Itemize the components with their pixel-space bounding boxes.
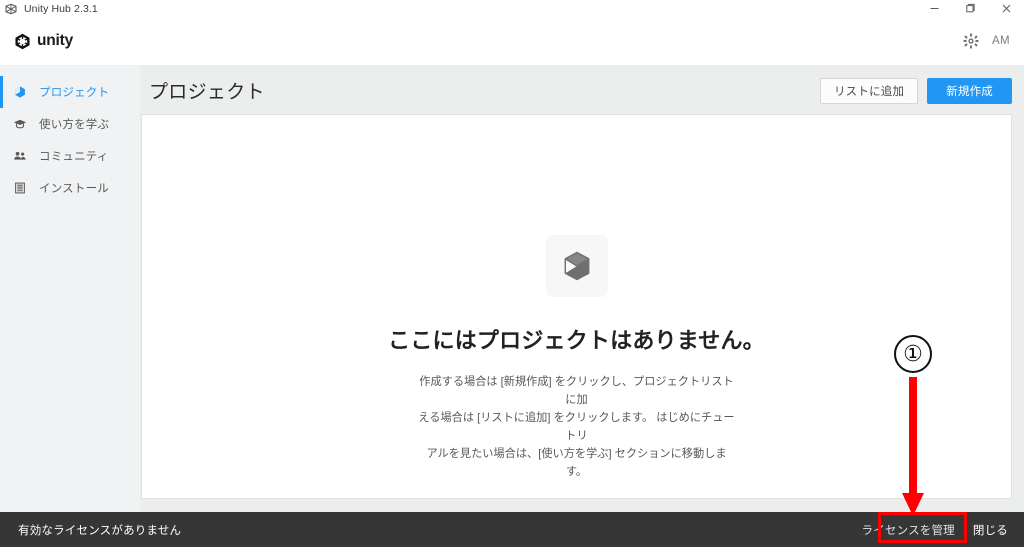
annotation-step-number: ① xyxy=(894,335,932,373)
unity-brand-logo: unity xyxy=(13,32,73,51)
close-license-bar-button[interactable]: 閉じる xyxy=(973,522,1008,538)
maximize-icon[interactable] xyxy=(952,0,988,17)
sidebar-item-learn[interactable]: 使い方を学ぶ xyxy=(0,108,140,140)
empty-state-description: 作成する場合は [新規作成] をクリックし、プロジェクトリストに加 える場合は … xyxy=(418,373,736,481)
annotation-arrow-icon xyxy=(902,377,924,516)
sidebar-item-installs[interactable]: インストール xyxy=(0,172,140,204)
add-to-list-button[interactable]: リストに追加 xyxy=(819,78,919,104)
window-title: Unity Hub 2.3.1 xyxy=(24,2,98,15)
page-title: プロジェクト xyxy=(149,82,265,103)
empty-state-description-line: アルを見たい場合は、[使い方を学ぶ] セクションに移動します。 xyxy=(426,448,727,478)
new-project-button[interactable]: 新規作成 xyxy=(927,78,1012,104)
empty-state-title: ここにはプロジェクトはありません。 xyxy=(388,328,765,353)
people-icon xyxy=(12,148,28,164)
sidebar-item-label: プロジェクト xyxy=(39,87,110,99)
gear-icon[interactable] xyxy=(956,26,986,56)
close-icon[interactable] xyxy=(988,0,1024,17)
toolbar: リストに追加 新規作成 xyxy=(819,78,1012,104)
list-stack-icon xyxy=(12,180,28,196)
cube-icon xyxy=(12,84,28,100)
sidebar-item-community[interactable]: コミュニティ xyxy=(0,140,140,172)
manage-license-button[interactable]: ライセンスを管理 xyxy=(853,517,964,543)
unity-small-icon xyxy=(4,3,18,15)
main-content: プロジェクト リストに追加 新規作成 ここにはプロジェクトはありません。 作成す… xyxy=(140,65,1024,512)
sidebar: プロジェクト 使い方を学ぶ コミュニティ インストール xyxy=(0,65,140,512)
empty-state-description-line: える場合は [リストに追加] をクリックします。 はじめにチュートリ xyxy=(418,412,735,442)
sidebar-item-label: インストール xyxy=(39,183,109,195)
cube-3d-icon xyxy=(545,235,608,297)
avatar[interactable]: AM xyxy=(992,35,1010,47)
license-bar: 有効なライセンスがありません ライセンスを管理 閉じる xyxy=(0,512,1024,547)
graduation-cap-icon xyxy=(12,116,28,132)
app-header: unity AM xyxy=(0,17,1024,65)
sidebar-item-label: コミュニティ xyxy=(39,151,109,163)
unity-hub-window: Unity Hub 2.3.1 unity AM プロジェクト 使い方を学ぶ コ… xyxy=(0,0,1024,547)
sidebar-item-projects[interactable]: プロジェクト xyxy=(0,76,140,108)
empty-state: ここにはプロジェクトはありません。 作成する場合は [新規作成] をクリックし、… xyxy=(142,235,1011,481)
sidebar-item-label: 使い方を学ぶ xyxy=(39,119,110,131)
unity-wordmark: unity xyxy=(37,32,74,50)
projects-panel: ここにはプロジェクトはありません。 作成する場合は [新規作成] をクリックし、… xyxy=(141,114,1012,499)
empty-state-description-line: 作成する場合は [新規作成] をクリックし、プロジェクトリストに加 xyxy=(419,376,734,406)
window-titlebar: Unity Hub 2.3.1 xyxy=(0,0,1024,18)
minimize-icon[interactable] xyxy=(916,0,952,17)
unity-logo-icon xyxy=(13,32,32,51)
license-status-message: 有効なライセンスがありません xyxy=(18,524,182,537)
